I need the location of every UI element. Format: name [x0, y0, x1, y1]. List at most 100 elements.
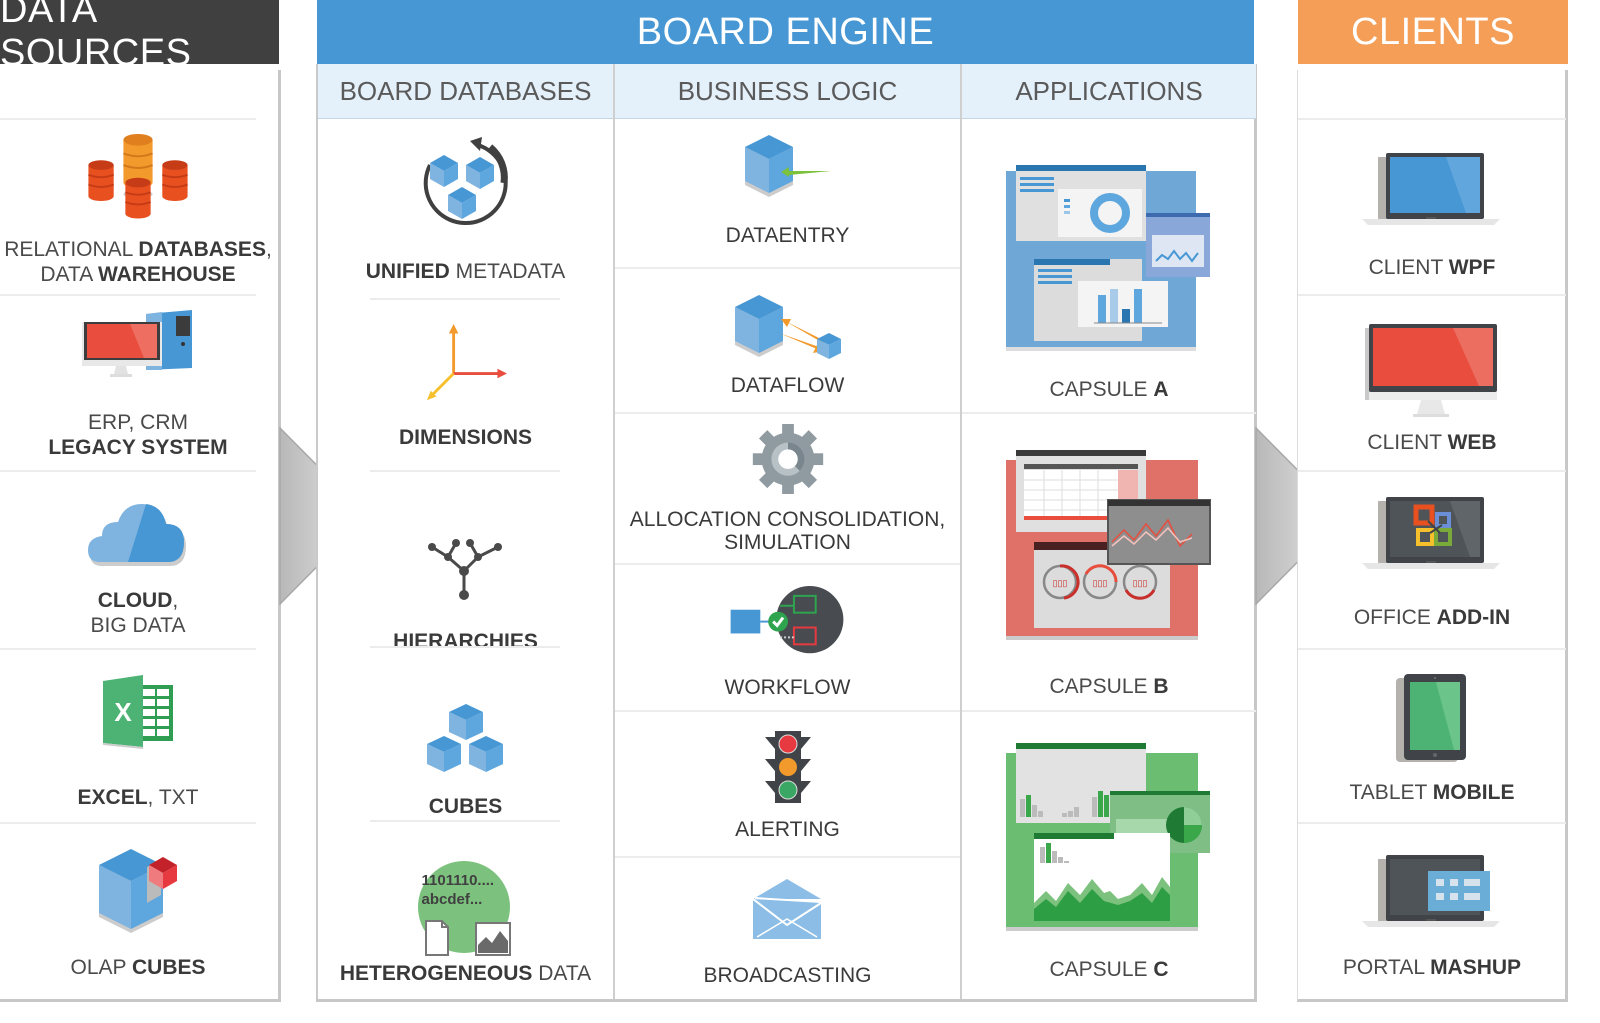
- hierarchy-tree-icon: [427, 539, 502, 600]
- divider: [370, 820, 560, 822]
- db-item-hierarchies: HIERARCHIES: [318, 534, 613, 654]
- divider: [615, 856, 960, 858]
- dataentry-cube-icon: [744, 135, 831, 197]
- tablet-green-icon: [1396, 674, 1466, 762]
- dataflow-cubes-icon: [734, 295, 841, 359]
- db-label: CUBES: [428, 795, 503, 818]
- app-label: CAPSULE B: [1049, 675, 1169, 698]
- laptop-portal-icon: [1362, 855, 1500, 927]
- divider: [0, 294, 256, 296]
- data-sources-panel: RELATIONAL DATABASES, DATA WAREHOUSE ERP…: [0, 70, 281, 1002]
- db-label: HIERARCHIES: [393, 630, 538, 653]
- source-label-line2: DATA WAREHOUSE: [40, 263, 236, 286]
- source-label-line1: RELATIONAL DATABASES,: [4, 238, 272, 261]
- divider: [1298, 822, 1566, 824]
- source-label: EXCEL, TXT: [77, 786, 199, 809]
- unified-metadata-icon: [423, 137, 508, 225]
- app-label: CAPSULE C: [1049, 958, 1169, 981]
- db-label: HETEROGENEOUS DATA: [339, 962, 592, 985]
- data-sources-header: DATA SOURCES: [0, 0, 279, 74]
- column-header-applications: APPLICATIONS: [962, 64, 1256, 119]
- logic-item-dataentry: DATAENTRY: [615, 134, 960, 248]
- desktop-computer-icon: [82, 310, 192, 377]
- db-item-cubes: CUBES: [318, 694, 613, 819]
- laptop-office-icon: [1362, 497, 1500, 569]
- app-item-capsule-c: CAPSULE C: [962, 734, 1256, 982]
- divider: [370, 646, 560, 648]
- logic-label: ALERTING: [735, 818, 840, 841]
- source-label: RELATIONAL DATABASES, DATA WAREHOUSE: [4, 237, 272, 287]
- dimensions-axes-icon: [426, 324, 507, 401]
- capsule-dashboard-red-icon: ▯▯▯ ▯▯▯ ▯▯▯: [1006, 450, 1211, 640]
- capsule-dashboard-blue-icon: [1006, 165, 1210, 351]
- client-item-web: CLIENT WEB: [1298, 315, 1566, 455]
- db-item-dimensions: DIMENSIONS: [318, 324, 613, 450]
- divider: [962, 412, 1256, 414]
- cloud-icon: [88, 504, 186, 566]
- logic-item-broadcasting: BROADCASTING: [615, 876, 960, 988]
- divider: [0, 648, 256, 650]
- heterogeneous-data-icon: 1101110.... abcdef...: [416, 859, 516, 957]
- laptop-blue-icon: [1362, 153, 1500, 225]
- divider: [0, 118, 256, 120]
- divider: [615, 267, 960, 269]
- source-item-relational: RELATIONAL DATABASES, DATA WAREHOUSE: [0, 132, 276, 287]
- source-label: CLOUD, BIG DATA: [90, 589, 186, 637]
- svg-text:▯▯▯: ▯▯▯: [1133, 578, 1148, 588]
- divider: [0, 822, 256, 824]
- divider: [615, 710, 960, 712]
- logic-label: BROADCASTING: [703, 964, 872, 987]
- logic-label: DATAENTRY: [725, 224, 850, 247]
- client-label: PORTAL MASHUP: [1342, 956, 1522, 979]
- capsule-dashboard-green-icon: [1006, 743, 1210, 931]
- excel-icon: X: [103, 675, 173, 749]
- monitor-red-icon: [1365, 324, 1497, 417]
- divider: [1298, 470, 1566, 472]
- divider: [370, 470, 560, 472]
- source-item-olap: OLAP CUBES: [0, 840, 276, 980]
- divider: [370, 298, 560, 300]
- envelope-icon: [752, 879, 822, 939]
- divider: [1298, 648, 1566, 650]
- logic-item-dataflow: DATAFLOW: [615, 290, 960, 398]
- source-item-cloud: CLOUD, BIG DATA: [0, 490, 276, 638]
- source-item-legacy: ERP, CRM LEGACY SYSTEM: [0, 310, 276, 460]
- logic-label: ALLOCATION CONSOLIDATION, SIMULATION: [629, 508, 946, 554]
- logic-item-alerting: ALERTING: [615, 728, 960, 842]
- divider: [1298, 118, 1566, 120]
- db-label: DIMENSIONS: [398, 426, 532, 449]
- client-label: OFFICE ADD-IN: [1353, 606, 1511, 629]
- column-header-business-logic: BUSINESS LOGIC: [615, 64, 960, 119]
- divider: [0, 470, 256, 472]
- traffic-light-icon: [764, 731, 811, 803]
- client-label: TABLET MOBILE: [1349, 781, 1515, 804]
- board-engine-panel: BOARD DATABASES BUSINESS LOGIC APPLICATI…: [316, 64, 1257, 1002]
- app-item-capsule-a: CAPSULE A: [962, 144, 1256, 402]
- client-label: CLIENT WEB: [1367, 431, 1497, 454]
- logic-label: WORKFLOW: [724, 676, 851, 699]
- logic-item-allocation: ALLOCATION CONSOLIDATION, SIMULATION: [615, 424, 960, 554]
- workflow-icon: [730, 585, 843, 654]
- divider: [1298, 294, 1566, 296]
- column-header-board-databases: BOARD DATABASES: [318, 64, 613, 119]
- clients-panel: CLIENT WPF CLIENT WEB OFFICE ADD-IN TABL…: [1297, 70, 1568, 1002]
- db-label: UNIFIED METADATA: [365, 260, 566, 283]
- source-label: ERP, CRM LEGACY SYSTEM: [48, 411, 228, 459]
- logic-label: DATAFLOW: [730, 374, 845, 397]
- alpha-text: abcdef...: [421, 891, 483, 908]
- binary-text: 1101110....: [421, 872, 495, 889]
- olap-cube-icon: [99, 849, 177, 933]
- board-engine-header: BOARD ENGINE: [317, 0, 1254, 64]
- app-item-capsule-b: ▯▯▯ ▯▯▯ ▯▯▯ CAPSULE B: [962, 434, 1256, 699]
- svg-text:▯▯▯: ▯▯▯: [1093, 578, 1108, 588]
- client-item-tablet: TABLET MOBILE: [1298, 670, 1566, 805]
- client-item-portal: PORTAL MASHUP: [1298, 850, 1566, 980]
- client-item-wpf: CLIENT WPF: [1298, 140, 1566, 280]
- database-stack-icon: [88, 133, 188, 219]
- db-item-heterogeneous-data: 1101110.... abcdef... HETEROGENEOUS DATA: [318, 844, 613, 986]
- client-label: CLIENT WPF: [1368, 256, 1496, 279]
- divider: [615, 412, 960, 414]
- source-item-excel: X EXCEL, TXT: [0, 670, 276, 810]
- svg-text:X: X: [114, 697, 132, 727]
- cubes-icon: [426, 704, 503, 772]
